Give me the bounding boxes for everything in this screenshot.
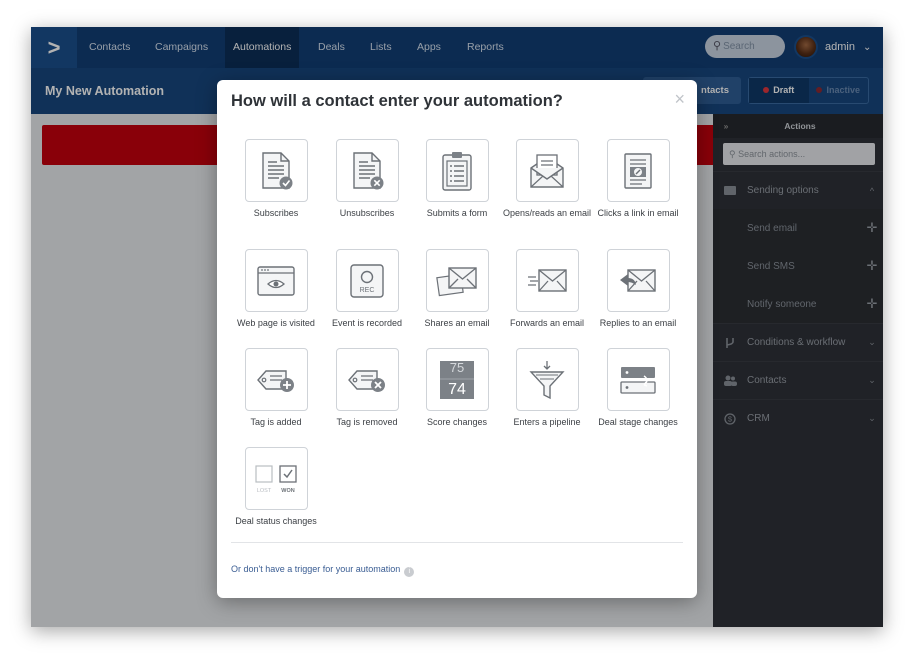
reply-envelope-icon xyxy=(606,249,670,312)
trigger-label: Web page is visited xyxy=(237,318,315,328)
browser-eye-icon xyxy=(244,249,308,312)
trigger-clicks-link[interactable]: Clicks a link in email xyxy=(593,139,683,219)
trigger-shares-email[interactable]: Shares an email xyxy=(412,249,502,329)
trigger-tag-added[interactable]: Tag is added xyxy=(231,348,321,428)
clipboard-form-icon xyxy=(425,139,489,202)
trigger-label: Deal stage changes xyxy=(598,417,678,427)
trigger-label: Unsubscribes xyxy=(339,208,395,218)
score-bottom-text: 74 xyxy=(448,381,466,398)
lost-won-icon: LOST WON xyxy=(244,447,308,510)
trigger-opens-email[interactable]: Opens/reads an email xyxy=(502,139,592,219)
trigger-score-changes[interactable]: 75 74 Score changes xyxy=(412,348,502,428)
tag-remove-icon xyxy=(335,348,399,411)
trigger-label: Opens/reads an email xyxy=(502,208,592,218)
no-trigger-link-label: Or don't have a trigger for your automat… xyxy=(231,564,401,574)
trigger-subscribes[interactable]: Subscribes xyxy=(231,139,321,219)
deal-stage-icon xyxy=(606,348,670,411)
trigger-label: Subscribes xyxy=(253,208,299,218)
link-document-icon xyxy=(606,139,670,202)
trigger-replies-email[interactable]: Replies to an email xyxy=(593,249,683,329)
score-top-text: 75 xyxy=(450,360,464,375)
trigger-enters-pipeline[interactable]: Enters a pipeline xyxy=(502,348,592,428)
score-icon: 75 74 xyxy=(425,348,489,411)
close-icon[interactable]: × xyxy=(674,89,685,110)
trigger-tag-removed[interactable]: Tag is removed xyxy=(322,348,412,428)
trigger-web-page-visited[interactable]: Web page is visited xyxy=(231,249,321,329)
trigger-submits-form[interactable]: Submits a form xyxy=(412,139,502,219)
document-check-icon xyxy=(244,139,308,202)
modal-title: How will a contact enter your automation… xyxy=(231,92,563,110)
trigger-label: Tag is added xyxy=(250,417,302,427)
open-envelope-icon xyxy=(515,139,579,202)
record-icon: REC xyxy=(335,249,399,312)
document-x-icon xyxy=(335,139,399,202)
trigger-label: Submits a form xyxy=(426,208,488,218)
trigger-label: Shares an email xyxy=(424,318,490,328)
trigger-deal-stage-changes[interactable]: Deal stage changes xyxy=(593,348,683,428)
no-trigger-link[interactable]: Or don't have a trigger for your automat… xyxy=(231,564,415,577)
trigger-label: Forwards an email xyxy=(509,318,585,328)
app-window: > Contacts Campaigns Automations Deals L… xyxy=(31,27,883,627)
lost-text: LOST xyxy=(257,488,272,494)
tag-add-icon xyxy=(244,348,308,411)
info-icon[interactable]: i xyxy=(404,567,415,577)
trigger-label: Replies to an email xyxy=(599,318,677,328)
shared-envelopes-icon xyxy=(425,249,489,312)
forward-envelope-icon xyxy=(515,249,579,312)
trigger-label: Score changes xyxy=(426,417,488,427)
trigger-event-recorded[interactable]: REC Event is recorded xyxy=(322,249,412,329)
trigger-label: Clicks a link in email xyxy=(597,208,679,218)
trigger-label: Deal status changes xyxy=(235,516,317,526)
trigger-unsubscribes[interactable]: Unsubscribes xyxy=(322,139,412,219)
trigger-deal-status-changes[interactable]: LOST WON Deal status changes xyxy=(231,447,321,527)
won-text: WON xyxy=(281,488,294,494)
trigger-label: Event is recorded xyxy=(331,318,403,328)
funnel-icon xyxy=(515,348,579,411)
trigger-label: Tag is removed xyxy=(336,417,398,427)
trigger-modal: How will a contact enter your automation… xyxy=(217,80,697,598)
rec-text: REC xyxy=(360,287,375,294)
divider xyxy=(231,542,683,543)
trigger-label: Enters a pipeline xyxy=(513,417,581,427)
trigger-forwards-email[interactable]: Forwards an email xyxy=(502,249,592,329)
